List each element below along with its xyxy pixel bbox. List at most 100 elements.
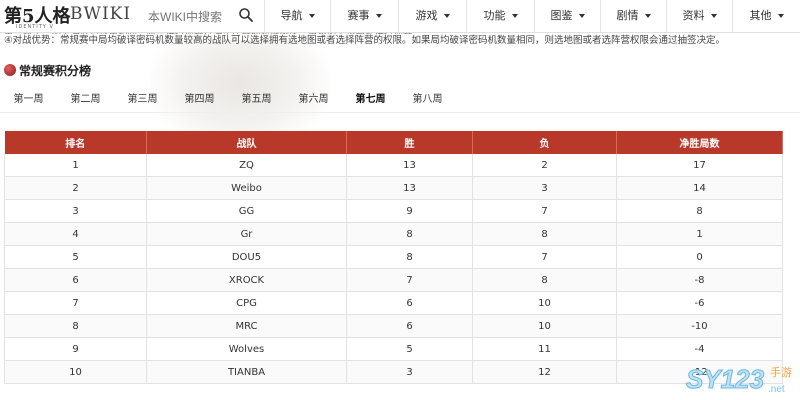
table-header-row: 排名 战队 胜 负 净胜局数 [4,131,783,154]
section-title: 常规赛积分榜 [19,63,92,78]
nav-label: 游戏 [415,9,438,22]
cell-losses: 10 [472,291,617,315]
caret-down-icon [308,14,315,18]
cell-rank: 9 [4,337,147,361]
table-row: 7 CPG 6 10 -6 [4,291,783,315]
cell-net: 8 [616,199,783,223]
table-row: 9 Wolves 5 11 -4 [4,337,783,361]
section-heading: 常规赛积分榜 [4,60,91,80]
nav-item-guide[interactable]: 导航 [264,0,330,32]
table-row: 4 Gr 8 8 1 [4,222,783,246]
cell-wins: 6 [346,291,473,315]
cell-wins: 7 [346,268,473,292]
cell-rank: 3 [4,199,147,223]
cell-rank: 5 [4,245,147,269]
cell-net: -8 [616,268,783,292]
search-input[interactable] [146,6,230,28]
logo-subtitle: IDENTITY V [16,24,54,30]
cell-losses: 7 [472,245,617,269]
header-team: 战队 [146,131,347,154]
nav-item-story[interactable]: 剧情 [600,0,666,32]
nav-label: 资料 [682,9,705,22]
red-bullet-icon [4,64,16,76]
caret-down-icon [644,14,651,18]
watermark-domain: .net [768,384,785,395]
tab-week-2[interactable]: 第二周 [57,90,114,110]
cell-team: GG [146,199,347,223]
table-row: 8 MRC 6 10 -10 [4,314,783,338]
caret-down-icon [443,14,450,18]
cell-team: XROCK [146,268,347,292]
nav-item-game[interactable]: 游戏 [398,0,466,32]
cell-team: Wolves [146,337,347,361]
cell-net: 0 [616,245,783,269]
caret-down-icon [710,14,717,18]
search-icon[interactable] [238,7,254,23]
cell-rank: 1 [4,154,147,177]
nav-item-events[interactable]: 赛事 [330,0,398,32]
cell-net: -12 [616,360,783,384]
cell-losses: 8 [472,222,617,246]
cell-rank: 6 [4,268,147,292]
top-navigation-bar: 第5人格 BWIKI IDENTITY V 导航 赛事 游戏 功能 图鉴 剧情 [0,0,800,33]
caret-down-icon [375,14,382,18]
cell-net: -10 [616,314,783,338]
cell-wins: 5 [346,337,473,361]
nav-label: 赛事 [347,9,370,22]
cell-wins: 9 [346,199,473,223]
cell-losses: 12 [472,360,617,384]
nav-label: 其他 [749,9,772,22]
tab-week-5[interactable]: 第五周 [228,90,285,110]
standings-table: 排名 战队 胜 负 净胜局数 1 ZQ 13 2 17 2 Weibo 13 3… [4,131,783,384]
tab-week-8[interactable]: 第八周 [399,90,456,110]
cell-losses: 2 [472,154,617,177]
cell-team: Gr [146,222,347,246]
tab-week-4[interactable]: 第四周 [171,90,228,110]
cell-net: -4 [616,337,783,361]
table-row: 6 XROCK 7 8 -8 [4,268,783,292]
nav-label: 导航 [280,9,303,22]
cell-team: DOU5 [146,245,347,269]
cell-wins: 8 [346,222,473,246]
cell-team: ZQ [146,154,347,177]
table-row: 5 DOU5 8 7 0 [4,245,783,269]
caret-down-icon [777,14,784,18]
cell-net: 17 [616,154,783,177]
cell-team: MRC [146,314,347,338]
tab-week-6[interactable]: 第六周 [285,90,342,110]
tab-week-3[interactable]: 第三周 [114,90,171,110]
main-nav: 导航 赛事 游戏 功能 图鉴 剧情 资料 其他 [264,0,800,32]
cell-rank: 4 [4,222,147,246]
nav-label: 图鉴 [550,9,573,22]
cell-rank: 7 [4,291,147,315]
week-tabs: 第一周 第二周 第三周 第四周 第五周 第六周 第七周 第八周 [0,90,456,110]
site-logo[interactable]: 第5人格 BWIKI IDENTITY V [4,2,130,30]
cell-wins: 6 [346,314,473,338]
cell-rank: 8 [4,314,147,338]
table-row: 1 ZQ 13 2 17 [4,154,783,177]
cell-losses: 8 [472,268,617,292]
cell-wins: 3 [346,360,473,384]
cell-rank: 2 [4,176,147,200]
cell-team: Weibo [146,176,347,200]
nav-item-features[interactable]: 功能 [466,0,534,32]
cell-team: CPG [146,291,347,315]
table-row: 2 Weibo 13 3 14 [4,176,783,200]
nav-label: 剧情 [616,9,639,22]
nav-item-catalog[interactable]: 图鉴 [534,0,600,32]
table-row: 10 TIANBA 3 12 -12 [4,360,783,384]
caret-down-icon [511,14,518,18]
cell-losses: 3 [472,176,617,200]
cell-losses: 10 [472,314,617,338]
cell-losses: 11 [472,337,617,361]
tab-week-7[interactable]: 第七周 [342,90,399,110]
tab-week-1[interactable]: 第一周 [0,90,57,110]
nav-item-other[interactable]: 其他 [732,0,800,32]
cell-net: 14 [616,176,783,200]
cell-net: 1 [616,222,783,246]
caret-down-icon [578,14,585,18]
nav-label: 功能 [483,9,506,22]
note-line-advantage: ④对战优势：常规赛中局均破译密码机数量较高的战队可以选择拥有选地图或者选择阵营的… [4,35,726,46]
cell-wins: 8 [346,245,473,269]
nav-item-resources[interactable]: 资料 [666,0,732,32]
